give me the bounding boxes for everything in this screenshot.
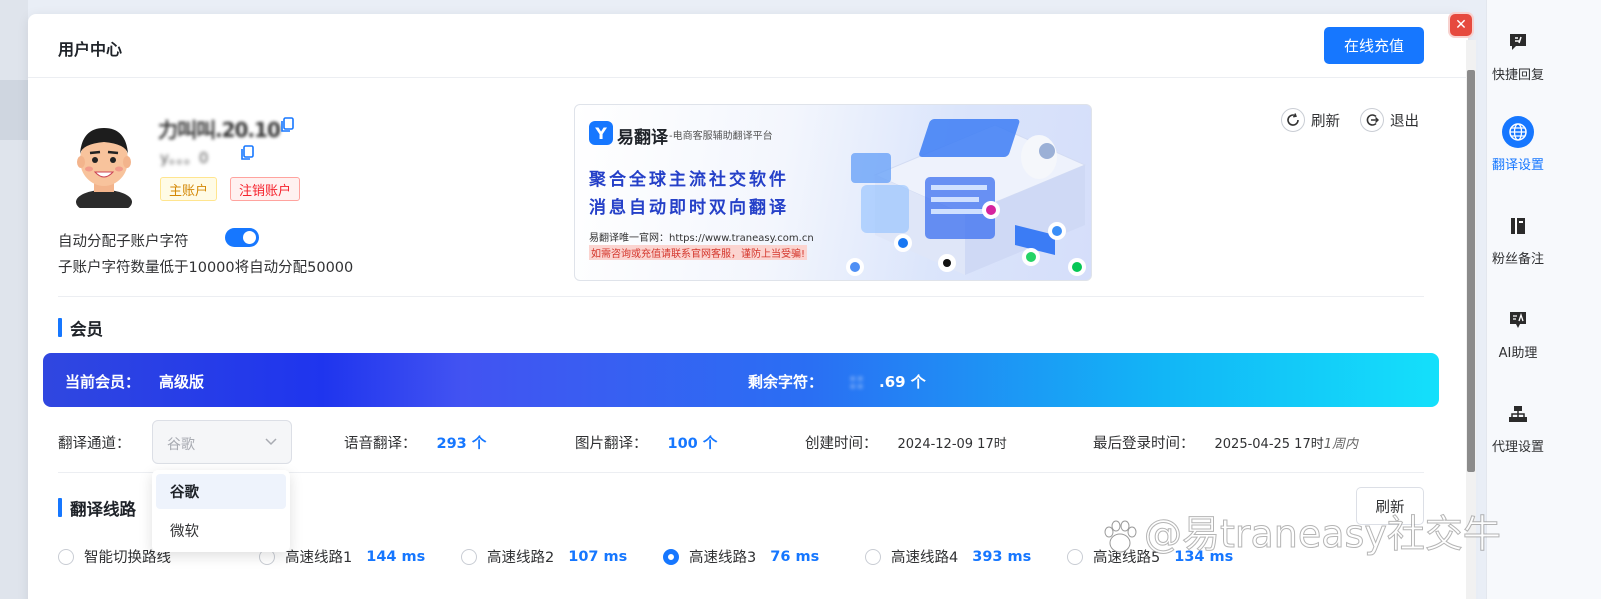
- promo-banner[interactable]: Y 易翻译 -电商客服辅助翻译平台 聚合全球主流社交软件 消息自动即时双向翻译 …: [574, 104, 1092, 281]
- route-latency: 393 ms: [972, 548, 1032, 565]
- sidebar-item-label: 粉丝备注: [1491, 252, 1544, 267]
- brand-logo-icon: Y: [589, 121, 613, 145]
- user-avatar: [76, 128, 132, 208]
- sidebar-item-fan-notes[interactable]: 粉丝备注: [1487, 210, 1549, 267]
- copy-icon[interactable]: [240, 145, 254, 161]
- ai-assistant-icon: [1502, 304, 1534, 336]
- route-latency: 76 ms: [770, 548, 820, 565]
- sidebar-item-label: 翻译设置: [1491, 158, 1544, 173]
- chevron-down-icon: [265, 438, 277, 446]
- auto-assign-description: 子账户字符数量低于10000将自动分配50000: [58, 260, 354, 276]
- username: 力叫叫.20.10: [158, 118, 281, 142]
- banner-headline-1: 聚合全球主流社交软件: [589, 170, 789, 190]
- auto-assign-switch[interactable]: [225, 228, 259, 247]
- refresh-action[interactable]: 刷新: [1281, 108, 1340, 132]
- sidebar-item-label: 快捷回复: [1491, 68, 1544, 83]
- notebook-icon: [1502, 210, 1534, 242]
- radio-button[interactable]: [461, 548, 477, 565]
- auto-assign-label: 自动分配子账户字符: [58, 234, 189, 250]
- created-time-label: 创建时间：: [805, 436, 878, 452]
- last-login-value: 2025-04-25 17时: [1214, 437, 1324, 452]
- remaining-chars-value: .69 个: [879, 373, 926, 391]
- sidebar-item-translation-settings[interactable]: 翻译设置: [1487, 116, 1549, 173]
- close-button[interactable]: ✕: [1450, 14, 1472, 36]
- globe-icon: [1502, 116, 1534, 148]
- route-option-2[interactable]: 高速线路2 107 ms: [461, 546, 627, 567]
- section-divider: [58, 296, 1424, 297]
- scrollbar-thumb[interactable]: [1467, 70, 1475, 472]
- last-login-info: 最后登录时间： 2025-04-25 17时1周内: [1093, 432, 1358, 453]
- sidebar-item-quick-reply[interactable]: 快捷回复: [1487, 26, 1549, 83]
- voice-translation-info: 语音翻译： 293 个: [344, 432, 486, 453]
- channel-option-microsoft[interactable]: 微软: [156, 513, 286, 548]
- watermark: @易traneasy社交牛: [1100, 503, 1501, 558]
- paw-icon: [1104, 520, 1137, 552]
- radio-button[interactable]: [58, 548, 74, 565]
- member-section-title: 会员: [58, 316, 103, 340]
- right-sidebar: 快捷回复 翻译设置 粉丝备注 AI助理 代理设置: [1486, 0, 1601, 599]
- member-level-label: 当前会员：: [65, 373, 141, 391]
- route-name: 高速线路1: [285, 550, 353, 566]
- member-level-value: 高级版: [159, 373, 205, 391]
- image-translation-label: 图片翻译：: [575, 436, 648, 452]
- main-account-tag: 主账户: [160, 177, 218, 201]
- user-id: y。。。0: [160, 149, 209, 167]
- sidebar-item-proxy-settings[interactable]: 代理设置: [1487, 398, 1549, 455]
- channel-label: 翻译通道：: [58, 436, 131, 452]
- created-time-value: 2024-12-09 17时: [897, 437, 1007, 452]
- radio-button[interactable]: [1067, 548, 1083, 565]
- route-name: 高速线路3: [689, 550, 757, 566]
- refresh-label: 刷新: [1311, 113, 1340, 130]
- voice-translation-label: 语音翻译：: [344, 436, 417, 452]
- sidebar-item-label: 代理设置: [1491, 440, 1544, 455]
- remaining-chars-masked: ：：: [849, 373, 872, 391]
- route-name: 高速线路2: [487, 550, 555, 566]
- route-latency: 144 ms: [366, 548, 426, 565]
- image-translation-count: 100 个: [667, 436, 718, 452]
- channel-select-value: 谷歌: [167, 437, 195, 453]
- sidebar-item-ai-assistant[interactable]: AI助理: [1487, 304, 1549, 361]
- modal-title: 用户中心: [58, 40, 123, 59]
- cancel-account-tag[interactable]: 注销账户: [230, 177, 301, 201]
- last-login-label: 最后登录时间：: [1093, 436, 1195, 452]
- logout-action[interactable]: 退出: [1360, 108, 1419, 132]
- network-icon: [1502, 398, 1534, 430]
- refresh-icon: [1281, 108, 1305, 132]
- route-option-4[interactable]: 高速线路4 393 ms: [865, 546, 1031, 567]
- copy-icon[interactable]: [280, 117, 294, 133]
- radio-button-selected[interactable]: [663, 548, 679, 565]
- banner-site-text: 易翻译唯一官网：https://www.traneasy.com.cn: [589, 233, 814, 244]
- last-login-ago: 1周内: [1323, 437, 1359, 452]
- banner-warning: 如需咨询或充值请联系官网客服，谨防上当受骗!: [589, 245, 808, 260]
- logout-label: 退出: [1390, 113, 1419, 130]
- watermark-text: @易traneasy社交牛: [1144, 512, 1502, 557]
- background-window-edge: [0, 0, 28, 599]
- created-time-info: 创建时间： 2024-12-09 17时: [805, 432, 1007, 453]
- channel-option-google[interactable]: 谷歌: [156, 474, 286, 509]
- membership-bar: 当前会员： 高级版 剩余字符： ：： .69 个: [43, 353, 1439, 407]
- banner-illustration: [846, 119, 1087, 276]
- banner-tagline: -电商客服辅助翻译平台: [669, 131, 773, 142]
- image-translation-info: 图片翻译： 100 个: [575, 432, 717, 453]
- background-window-segment: [0, 80, 28, 140]
- banner-headline-2: 消息自动即时双向翻译: [589, 198, 789, 218]
- sidebar-item-label: AI助理: [1498, 346, 1538, 361]
- quick-reply-icon: [1502, 26, 1534, 58]
- remaining-chars-label: 剩余字符：: [748, 373, 824, 391]
- logout-icon: [1360, 108, 1384, 132]
- modal-header: 用户中心 在线充值: [28, 14, 1468, 78]
- routes-section-title: 翻译线路: [58, 496, 136, 520]
- recharge-button[interactable]: 在线充值: [1324, 27, 1424, 64]
- channel-dropdown: 谷歌 微软: [152, 470, 290, 552]
- voice-translation-count: 293 个: [436, 436, 487, 452]
- route-option-3[interactable]: 高速线路3 76 ms: [663, 546, 819, 567]
- route-name: 高速线路4: [891, 550, 959, 566]
- route-latency: 107 ms: [568, 548, 628, 565]
- radio-button[interactable]: [865, 548, 881, 565]
- channel-select[interactable]: 谷歌: [152, 420, 292, 464]
- banner-brand: 易翻译: [617, 128, 668, 148]
